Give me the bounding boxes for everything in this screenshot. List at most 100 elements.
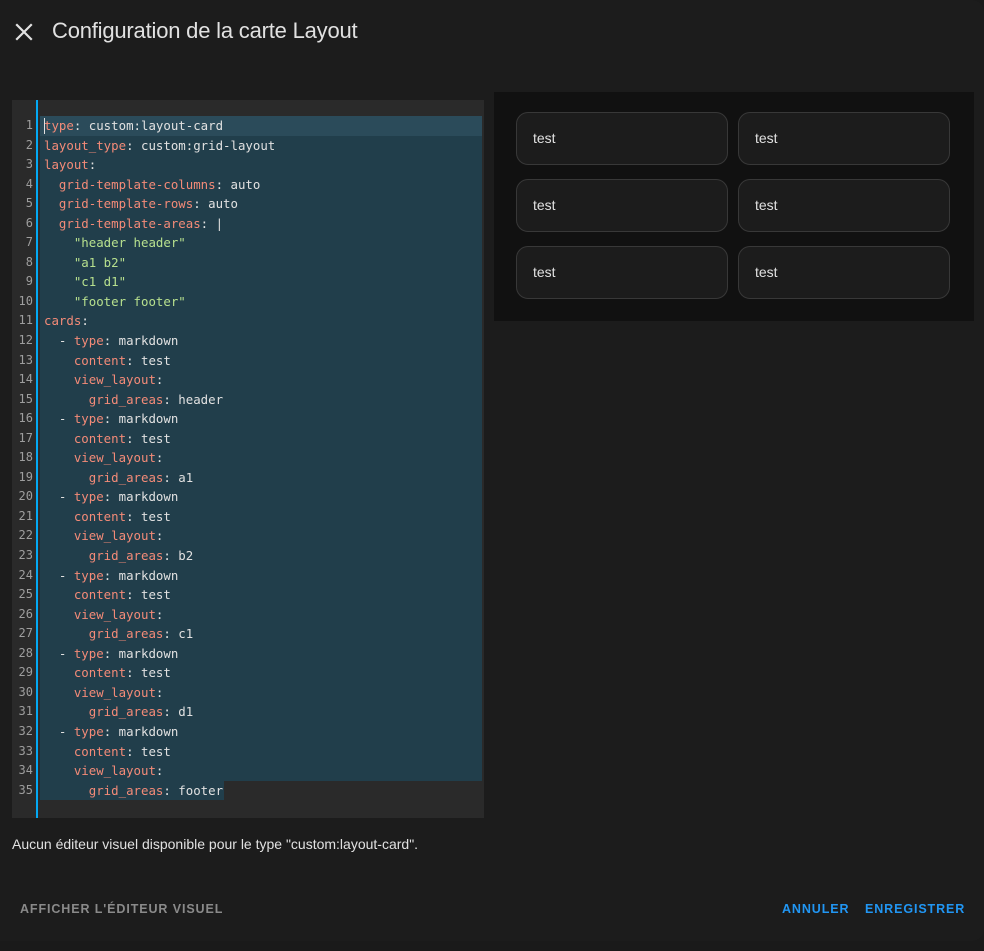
line-number: 4 (25, 176, 33, 191)
code-line[interactable]: 21 content: test (12, 506, 484, 527)
code-line[interactable]: 8 "a1 b2" (12, 252, 484, 273)
yaml-text (44, 294, 74, 309)
yaml-text (44, 607, 74, 622)
yaml-text: : (81, 313, 89, 329)
code-line[interactable]: 3 layout: (12, 155, 484, 175)
cancel-button[interactable]: Annuler (782, 902, 849, 916)
yaml-key: view_layout (73, 372, 156, 388)
text-cursor (44, 118, 45, 134)
code-line[interactable]: 5 grid-template-rows: auto (12, 194, 484, 214)
line-text: "footer footer" (40, 291, 482, 312)
yaml-text: : (126, 430, 141, 446)
code-line[interactable]: 7 "header header" (12, 233, 484, 253)
line-number: 28 (18, 645, 33, 660)
line-number: 22 (18, 528, 33, 543)
yaml-text: : (155, 372, 164, 388)
code-line[interactable]: 31 grid_areas: d1 (12, 702, 484, 722)
code-line[interactable]: 17 content: test (12, 428, 484, 449)
yaml-text (44, 646, 59, 661)
yaml-key: content (73, 508, 127, 524)
save-button[interactable]: Enregistrer (865, 902, 965, 916)
line-number: 23 (18, 548, 33, 563)
code-line[interactable]: 26 view_layout: (12, 604, 484, 625)
yaml-text: : (163, 782, 179, 798)
code-line[interactable]: 1 type: custom:layout-card (12, 116, 484, 136)
code-line[interactable]: 6 grid-template-areas: | (12, 213, 484, 234)
yaml-text: a1 (178, 469, 194, 485)
yaml-key: content (73, 352, 127, 368)
yaml-key: grid-template-columns (58, 176, 216, 192)
code-line[interactable]: 19 grid_areas: a1 (12, 467, 484, 488)
line-text: view_layout: (40, 370, 482, 390)
line-text: content: test (40, 428, 482, 449)
yaml-text: - (58, 723, 74, 739)
line-number: 8 (25, 254, 33, 269)
code-line[interactable]: 2 layout_type: custom:grid-layout (12, 135, 484, 156)
yaml-text: : (163, 704, 179, 720)
yaml-text (44, 763, 74, 778)
yaml-text: b2 (178, 548, 194, 564)
code-line[interactable]: 28 - type: markdown (12, 643, 484, 664)
line-text: - type: markdown (40, 565, 482, 586)
code-line[interactable]: 14 view_layout: (12, 370, 484, 390)
yaml-key: content (73, 665, 127, 681)
code-line[interactable]: 13 content: test (12, 350, 484, 371)
code-line[interactable]: 18 view_layout: (12, 448, 484, 468)
code-line[interactable]: 24 - type: markdown (12, 565, 484, 586)
yaml-text: : (103, 333, 119, 349)
code-line[interactable]: 33 content: test (12, 741, 484, 762)
code-lines[interactable]: 1 type: custom:layout-card 2 layout_type: c… (12, 116, 484, 801)
close-button[interactable] (8, 16, 40, 48)
code-line[interactable]: 23 grid_areas: b2 (12, 546, 484, 566)
code-line[interactable]: 10 "footer footer" (12, 291, 484, 312)
line-number: 31 (18, 704, 33, 719)
code-line[interactable]: 22 view_layout: (12, 526, 484, 547)
yaml-text: : (155, 528, 164, 544)
yaml-text: : (126, 665, 141, 681)
yaml-code-editor[interactable]: 1 type: custom:layout-card 2 layout_type: c… (12, 100, 484, 818)
line-number: 7 (25, 235, 33, 250)
card-content: test (755, 130, 778, 146)
code-line[interactable]: 27 grid_areas: c1 (12, 624, 484, 644)
code-line[interactable]: 25 content: test (12, 585, 484, 605)
card-content: test (755, 197, 778, 213)
yaml-text: markdown (118, 411, 179, 427)
line-number: 13 (18, 352, 33, 367)
yaml-text: footer (178, 782, 224, 798)
preview-card-d1: test (738, 246, 950, 299)
line-number: 34 (18, 763, 33, 778)
show-visual-editor-button[interactable]: Afficher l'éditeur visuel (20, 902, 223, 916)
line-number: 27 (18, 626, 33, 641)
code-line[interactable]: 11 cards: (12, 311, 484, 332)
code-line[interactable]: 20 - type: markdown (12, 487, 484, 507)
line-text: "a1 b2" (40, 252, 482, 273)
yaml-key: type (44, 118, 74, 133)
card-preview: test test test test test test (494, 92, 974, 321)
yaml-key: content (73, 587, 127, 603)
yaml-text: : (193, 196, 209, 212)
line-text: grid_areas: d1 (40, 702, 482, 722)
code-line[interactable]: 30 view_layout: (12, 682, 484, 703)
yaml-key: type (73, 489, 104, 505)
code-line[interactable]: 4 grid-template-columns: auto (12, 174, 484, 195)
yaml-string: "footer footer" (73, 293, 186, 309)
yaml-key: grid_areas (88, 782, 164, 798)
line-text: grid-template-areas: | (40, 213, 482, 234)
code-line[interactable]: 32 - type: markdown (12, 721, 484, 742)
yaml-key: view_layout (73, 606, 156, 622)
code-line[interactable]: 15 grid_areas: header (12, 389, 484, 410)
code-line[interactable]: 12 - type: markdown (12, 331, 484, 351)
code-line[interactable]: 35 grid_areas: footer (12, 780, 484, 801)
yaml-text: : (126, 137, 141, 153)
code-line[interactable]: 29 content: test (12, 663, 484, 683)
line-number: 15 (18, 391, 33, 406)
code-line[interactable]: 16 - type: markdown (12, 409, 484, 429)
code-line[interactable]: 9 "c1 d1" (12, 272, 484, 292)
yaml-text: : (163, 626, 179, 642)
yaml-text (44, 665, 74, 680)
preview-card-header: test (516, 112, 728, 165)
code-line[interactable]: 34 view_layout: (12, 761, 484, 781)
line-text: "c1 d1" (40, 272, 482, 292)
yaml-key: grid_areas (88, 548, 164, 564)
yaml-text: test (140, 743, 171, 759)
